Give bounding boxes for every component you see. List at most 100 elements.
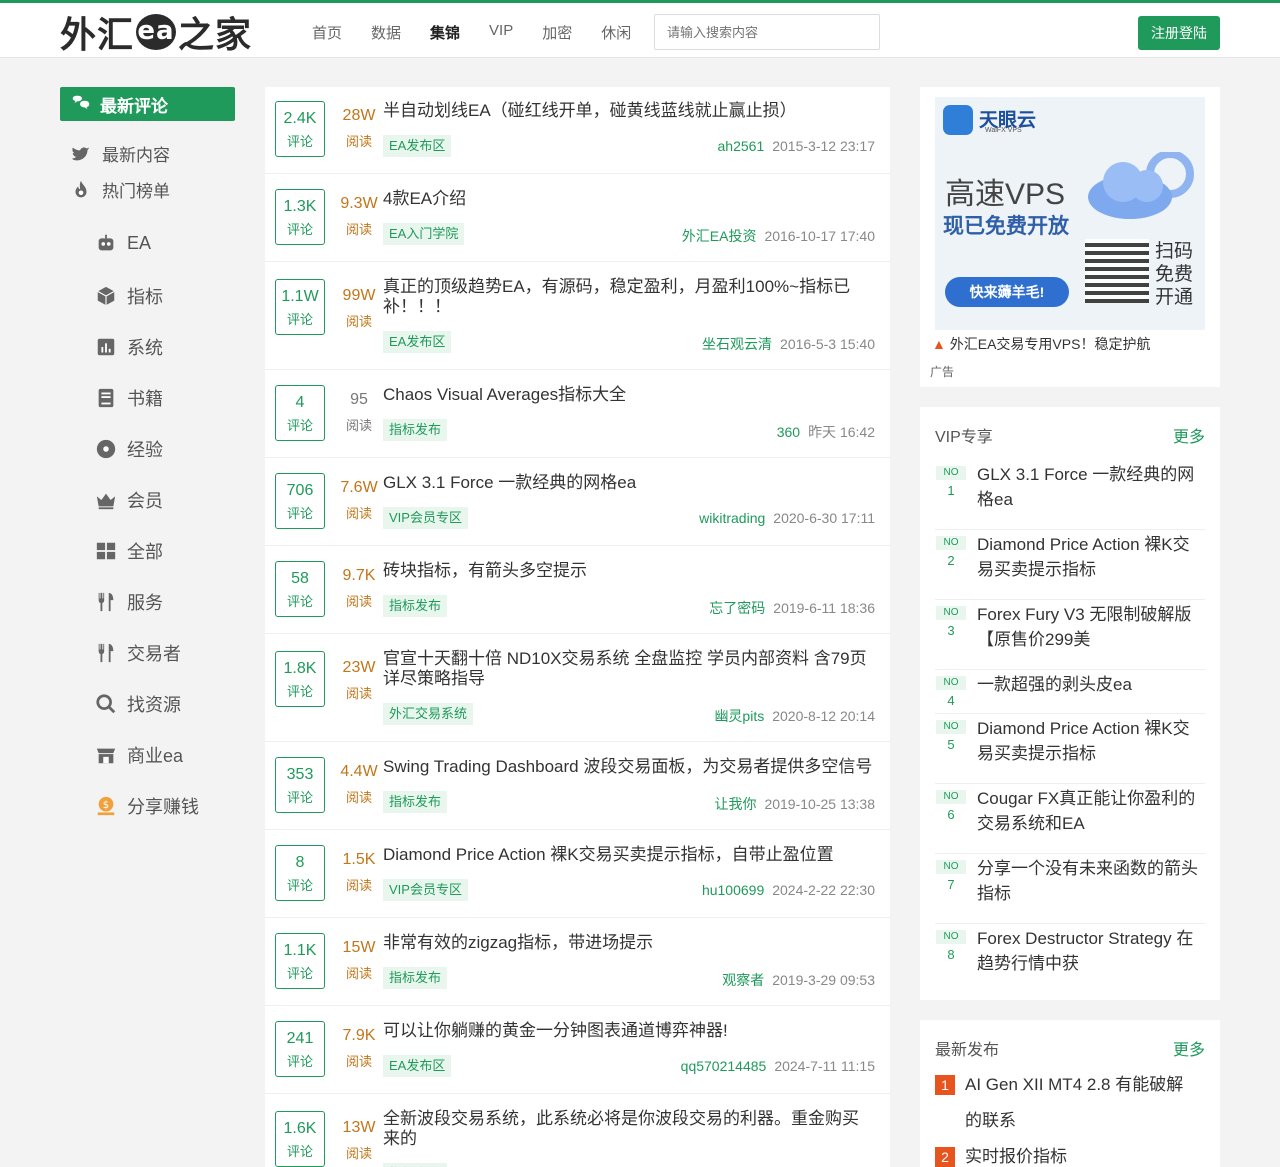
- post-category-tag[interactable]: 指标发布: [383, 595, 448, 617]
- sidebar-item-5[interactable]: 会员: [95, 487, 163, 513]
- comment-count-box[interactable]: 1.6K 评论: [275, 1111, 325, 1167]
- sidebar-item-10[interactable]: 商业ea: [95, 742, 183, 768]
- post-row[interactable]: 2.4K 评论 28W 阅读 半自动划线EA（碰红线开单，碰黄线蓝线就止赢止损） EA发布…: [265, 87, 890, 174]
- sidebar-item-2[interactable]: 系统: [95, 334, 163, 360]
- latest-item[interactable]: 2 实时报价指标: [935, 1147, 1185, 1167]
- sidebar-item-0[interactable]: EA: [95, 232, 151, 254]
- vip-item-title[interactable]: Diamond Price Action 裸K交易买卖提示指标: [977, 532, 1202, 582]
- post-title[interactable]: 非常有效的zigzag指标，带进场提示: [383, 933, 873, 953]
- post-title[interactable]: 可以让你躺赚的黄金一分钟图表通道博弈神器!: [383, 1021, 873, 1041]
- post-category-tag[interactable]: 指标发布: [383, 791, 448, 813]
- comment-count-box[interactable]: 1.1W 评论: [275, 279, 325, 335]
- comment-count-box[interactable]: 1.1K 评论: [275, 933, 325, 989]
- post-author[interactable]: 360: [777, 424, 800, 440]
- vip-item[interactable]: NO 1 GLX 3.1 Force 一款经典的网格ea: [935, 462, 1205, 530]
- post-title[interactable]: 砖块指标，有箭头多空提示: [383, 561, 873, 581]
- vip-item-title[interactable]: Cougar FX真正能让你盈利的交易系统和EA: [977, 786, 1202, 836]
- post-row[interactable]: 1.1K 评论 15W 阅读 非常有效的zigzag指标，带进场提示 指标发布 观察者 201…: [265, 919, 890, 1006]
- sidebar-item-6[interactable]: 全部: [95, 538, 163, 564]
- post-category-tag[interactable]: EA发布区: [383, 331, 452, 353]
- post-author[interactable]: 幽灵pits: [714, 708, 764, 724]
- post-row[interactable]: 8 评论 1.5K 阅读 Diamond Price Action 裸K交易买卖提示指标…: [265, 831, 890, 918]
- nav-link[interactable]: 数据: [371, 22, 401, 43]
- vip-item-title[interactable]: Forex Destructor Strategy 在趋势行情中获: [977, 926, 1202, 976]
- post-category-tag[interactable]: EA发布区: [383, 135, 452, 157]
- post-author[interactable]: wikitrading: [699, 510, 765, 526]
- sidebar-item-4[interactable]: 经验: [95, 436, 163, 462]
- post-title[interactable]: Diamond Price Action 裸K交易买卖提示指标，自带止盈位置: [383, 845, 873, 865]
- sidebar-item-9[interactable]: 找资源: [95, 691, 181, 717]
- post-title[interactable]: 官宣十天翻十倍 ND10X交易系统 全盘监控 学员内部资料 含79页详尽策略指导: [383, 649, 873, 689]
- comment-count-box[interactable]: 353 评论: [275, 757, 325, 813]
- ad-panel[interactable]: 天眼云 WaiFX VPS 高速VPS 现已免费开放 快来薅羊毛! 扫码 免费 …: [920, 87, 1220, 387]
- latest-item[interactable]: 1 AI Gen XII MT4 2.8 有能破解的联系: [935, 1075, 1185, 1139]
- sidebar-item-3[interactable]: 书籍: [95, 385, 163, 411]
- comment-count-box[interactable]: 241 评论: [275, 1021, 325, 1077]
- sidebar-item-latest-content[interactable]: 最新内容: [70, 141, 170, 166]
- post-category-tag[interactable]: 指标发布: [383, 967, 448, 989]
- ad-caption[interactable]: ▲ 外汇EA交易专用VPS！稳定护航: [932, 334, 1150, 354]
- post-author[interactable]: 外汇EA投资: [682, 228, 757, 244]
- post-category-tag[interactable]: 外汇交易系统: [383, 703, 474, 725]
- comment-count-box[interactable]: 706 评论: [275, 473, 325, 529]
- latest-item-title[interactable]: AI Gen XII MT4 2.8 有能破解的联系: [965, 1067, 1185, 1139]
- nav-link[interactable]: 休闲: [601, 22, 631, 43]
- post-row[interactable]: 1.6K 评论 13W 阅读 全新波段交易系统，此系统必将是你波段交易的利器。重金购买来…: [265, 1095, 890, 1167]
- post-category-tag[interactable]: 指标发布: [383, 1163, 448, 1167]
- comment-count-box[interactable]: 1.3K 评论: [275, 189, 325, 245]
- vip-more-link[interactable]: 更多: [1173, 423, 1205, 447]
- sidebar-item-8[interactable]: 交易者: [95, 640, 181, 666]
- latest-more-link[interactable]: 更多: [1173, 1036, 1205, 1060]
- nav-link[interactable]: 首页: [312, 22, 342, 43]
- post-row[interactable]: 58 评论 9.7K 阅读 砖块指标，有箭头多空提示 指标发布 忘了密码 2019-6-11 …: [265, 547, 890, 634]
- post-row[interactable]: 353 评论 4.4W 阅读 Swing Trading Dashboard 波段交易面…: [265, 743, 890, 830]
- post-author[interactable]: 观察者: [722, 972, 764, 988]
- vip-item[interactable]: NO 5 Diamond Price Action 裸K交易买卖提示指标: [935, 716, 1205, 784]
- post-row[interactable]: 706 评论 7.6W 阅读 GLX 3.1 Force 一款经典的网格ea VIP会员专…: [265, 459, 890, 546]
- sidebar-item-7[interactable]: 服务: [95, 589, 163, 615]
- site-logo[interactable]: 外汇 ea 之家: [60, 11, 252, 56]
- login-button[interactable]: 注册登陆: [1138, 16, 1220, 50]
- vip-item-title[interactable]: Forex Fury V3 无限制破解版【原售价299美: [977, 602, 1202, 652]
- latest-item-title[interactable]: 实时报价指标: [965, 1139, 1185, 1167]
- post-row[interactable]: 4 评论 95 阅读 Chaos Visual Averages指标大全 指标发布 360 昨…: [265, 371, 890, 458]
- post-category-tag[interactable]: EA入门学院: [383, 223, 465, 245]
- sidebar-item-latest-comments[interactable]: 最新评论: [60, 87, 235, 121]
- post-category-tag[interactable]: 指标发布: [383, 419, 448, 441]
- post-category-tag[interactable]: VIP会员专区: [383, 507, 468, 529]
- vip-item-title[interactable]: 一款超强的剥头皮ea: [977, 672, 1202, 697]
- post-category-tag[interactable]: EA发布区: [383, 1055, 452, 1077]
- vip-item[interactable]: NO 6 Cougar FX真正能让你盈利的交易系统和EA: [935, 786, 1205, 854]
- vip-item-title[interactable]: 分享一个没有未来函数的箭头指标: [977, 856, 1202, 906]
- post-title[interactable]: 半自动划线EA（碰红线开单，碰黄线蓝线就止赢止损）: [383, 101, 873, 121]
- comment-count-box[interactable]: 8 评论: [275, 845, 325, 901]
- comment-count-box[interactable]: 4 评论: [275, 385, 325, 441]
- vip-item[interactable]: NO 3 Forex Fury V3 无限制破解版【原售价299美: [935, 602, 1205, 670]
- sidebar-item-11[interactable]: $ 分享赚钱: [95, 793, 199, 819]
- vip-item[interactable]: NO 8 Forex Destructor Strategy 在趋势行情中获: [935, 926, 1205, 994]
- post-author[interactable]: qq570214485: [681, 1058, 767, 1074]
- ad-banner[interactable]: 天眼云 WaiFX VPS 高速VPS 现已免费开放 快来薅羊毛! 扫码 免费 …: [935, 97, 1205, 330]
- vip-item[interactable]: NO 2 Diamond Price Action 裸K交易买卖提示指标: [935, 532, 1205, 600]
- post-title[interactable]: GLX 3.1 Force 一款经典的网格ea: [383, 473, 873, 493]
- post-row[interactable]: 1.8K 评论 23W 阅读 官宣十天翻十倍 ND10X交易系统 全盘监控 学员内部资料…: [265, 635, 890, 742]
- post-author[interactable]: hu100699: [702, 882, 764, 898]
- post-row[interactable]: 1.3K 评论 9.3W 阅读 4款EA介绍 EA入门学院 外汇EA投资 2016-10-17…: [265, 175, 890, 262]
- post-title[interactable]: 4款EA介绍: [383, 189, 873, 209]
- nav-link[interactable]: 集锦: [430, 22, 460, 43]
- search-input[interactable]: [654, 14, 880, 50]
- comment-count-box[interactable]: 2.4K 评论: [275, 101, 325, 157]
- post-row[interactable]: 241 评论 7.9K 阅读 可以让你躺赚的黄金一分钟图表通道博弈神器! EA发布区 qq5…: [265, 1007, 890, 1094]
- vip-item-title[interactable]: GLX 3.1 Force 一款经典的网格ea: [977, 462, 1202, 512]
- post-author[interactable]: 让我你: [714, 796, 756, 812]
- comment-count-box[interactable]: 1.8K 评论: [275, 651, 325, 707]
- comment-count-box[interactable]: 58 评论: [275, 561, 325, 617]
- nav-link[interactable]: 加密: [542, 22, 572, 43]
- post-category-tag[interactable]: VIP会员专区: [383, 879, 468, 901]
- sidebar-item-hot-list[interactable]: 热门榜单: [70, 177, 170, 202]
- post-title[interactable]: 全新波段交易系统，此系统必将是你波段交易的利器。重金购买来的: [383, 1109, 873, 1149]
- post-title[interactable]: Chaos Visual Averages指标大全: [383, 385, 873, 405]
- vip-item-title[interactable]: Diamond Price Action 裸K交易买卖提示指标: [977, 716, 1202, 766]
- post-row[interactable]: 1.1W 评论 99W 阅读 真正的顶级趋势EA，有源码，稳定盈利，月盈利100%~指标…: [265, 263, 890, 370]
- ad-cta[interactable]: 快来薅羊毛!: [945, 277, 1069, 307]
